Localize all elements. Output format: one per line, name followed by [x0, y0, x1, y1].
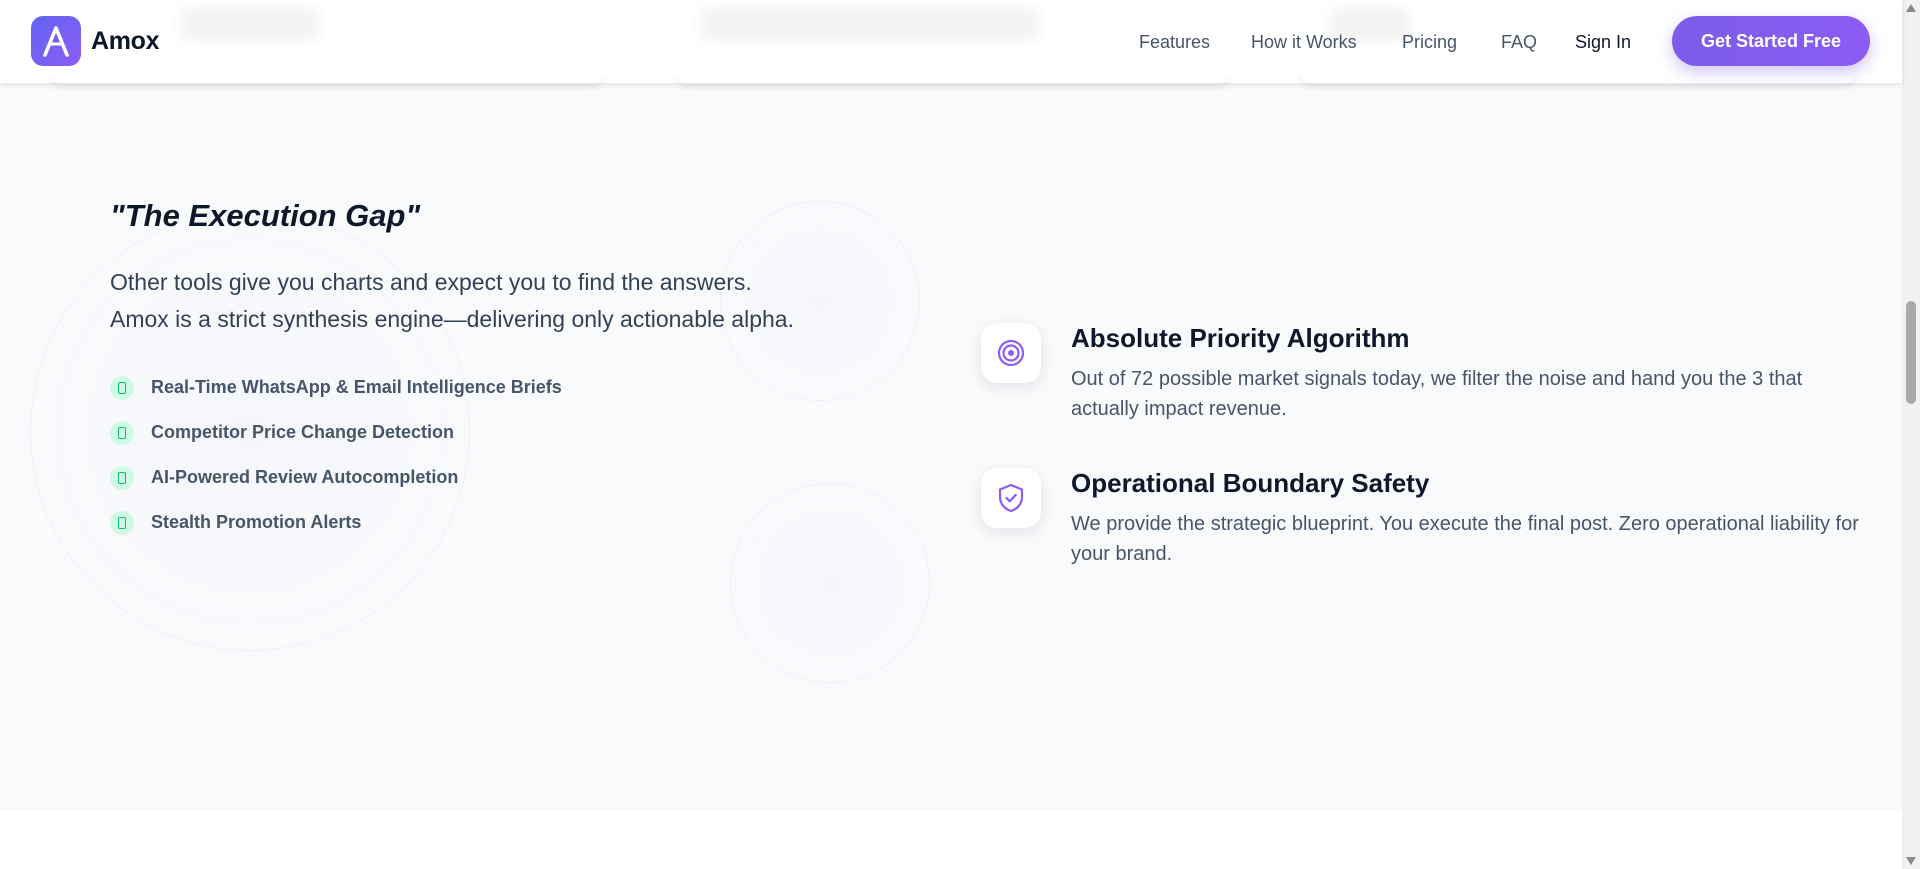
check-icon: [110, 375, 134, 400]
card-title: Operational Boundary Safety: [1071, 468, 1430, 498]
nav-link-pricing[interactable]: Pricing: [1402, 29, 1457, 55]
brand-name: Amox: [91, 26, 160, 55]
feature-item: Real-Time WhatsApp & Email Intelligence …: [110, 365, 562, 410]
decorative-circle: [730, 483, 930, 683]
section-lead: Other tools give you charts and expect y…: [110, 264, 910, 338]
scrollbar-thumb[interactable]: [1906, 301, 1916, 404]
page-scrollbar[interactable]: [1902, 0, 1920, 869]
scroll-up-arrow-icon[interactable]: [1906, 4, 1916, 12]
feature-label: Stealth Promotion Alerts: [151, 512, 362, 532]
card-description: We provide the strategic blueprint. You …: [1071, 513, 1859, 565]
feature-item: AI-Powered Review Autocompletion: [110, 455, 562, 500]
check-icon: [110, 465, 134, 490]
feature-item: Stealth Promotion Alerts: [110, 500, 562, 545]
feature-list: Real-Time WhatsApp & Email Intelligence …: [110, 365, 562, 545]
lead-line-1: Other tools give you charts and expect y…: [110, 269, 752, 295]
shield-check-icon: [981, 468, 1041, 528]
card-description: Out of 72 possible market signals today,…: [1071, 368, 1803, 420]
brand-logo[interactable]: Amox: [31, 16, 160, 66]
nav-link-features[interactable]: Features: [1139, 29, 1210, 55]
nav-link-sign-in[interactable]: Sign In: [1575, 29, 1631, 55]
check-icon: [110, 510, 134, 535]
check-icon: [110, 420, 134, 445]
feature-label: Real-Time WhatsApp & Email Intelligence …: [151, 377, 562, 397]
section-heading: "The Execution Gap": [110, 198, 421, 233]
nav-link-how-it-works[interactable]: How it Works: [1251, 29, 1357, 55]
nav-link-faq[interactable]: FAQ: [1501, 29, 1537, 55]
target-icon: [981, 323, 1041, 383]
page: "The Execution Gap" Other tools give you…: [0, 0, 1920, 869]
get-started-button[interactable]: Get Started Free: [1672, 16, 1870, 66]
logo-mark-icon: [31, 16, 81, 66]
feature-label: Competitor Price Change Detection: [151, 422, 455, 442]
site-header: Amox Features How it Works Pricing FAQ S…: [0, 0, 1902, 83]
feature-item: Competitor Price Change Detection: [110, 410, 562, 455]
card-title: Absolute Priority Algorithm: [1071, 323, 1410, 353]
feature-label: AI-Powered Review Autocompletion: [151, 467, 459, 487]
lead-line-2: Amox is a strict synthesis engine—delive…: [110, 306, 794, 332]
scroll-down-arrow-icon[interactable]: [1906, 857, 1916, 865]
